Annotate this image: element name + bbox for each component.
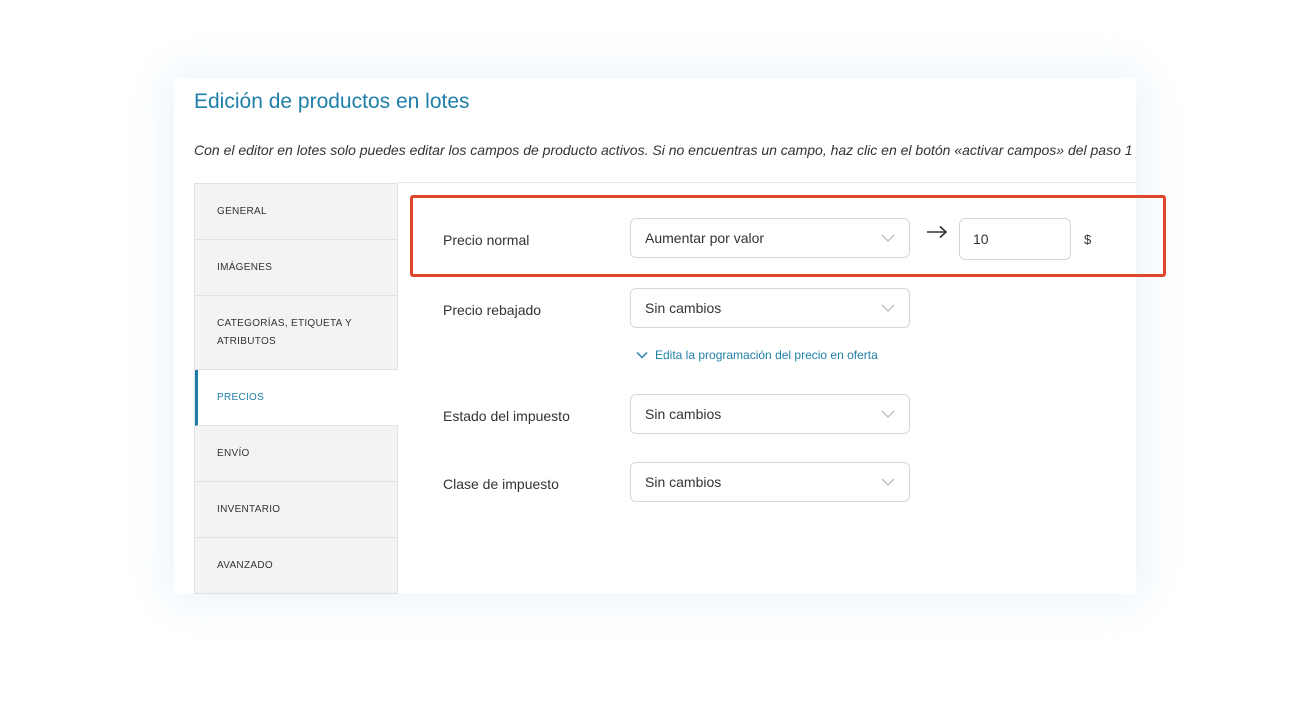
chevron-down-icon <box>881 410 895 418</box>
sidebar-item-shipping[interactable]: ENVÍO <box>195 426 397 482</box>
sidebar-item-label: IMÁGENES <box>217 261 273 273</box>
sidebar-item-categories-tags-attributes[interactable]: CATEGORÍAS, ETIQUETA Y ATRIBUTOS <box>195 296 397 370</box>
chevron-down-icon <box>881 234 895 242</box>
sidebar-item-label: PRECIOS <box>217 391 265 403</box>
chevron-down-icon <box>881 478 895 486</box>
sidebar: GENERAL IMÁGENES CATEGORÍAS, ETIQUETA Y … <box>194 183 398 594</box>
select-value: Sin cambios <box>645 474 722 490</box>
divider <box>398 182 1136 183</box>
bulk-edit-panel: Edición de productos en lotes Con el edi… <box>174 78 1136 594</box>
sidebar-item-inventory[interactable]: INVENTARIO <box>195 482 397 538</box>
sale-price-action-select[interactable]: Sin cambios <box>630 288 910 328</box>
regular-price-action-select[interactable]: Aumentar por valor <box>630 218 910 258</box>
select-value: Sin cambios <box>645 300 722 316</box>
sidebar-item-label: GENERAL <box>217 205 267 217</box>
tax-class-label: Clase de impuesto <box>443 476 559 492</box>
arrow-right-icon <box>927 225 948 239</box>
sale-schedule-link-label: Edita la programación del precio en ofer… <box>655 348 878 362</box>
select-value: Aumentar por valor <box>645 230 765 246</box>
sidebar-item-advanced[interactable]: AVANZADO <box>195 538 397 594</box>
chevron-down-icon <box>636 352 648 359</box>
sidebar-item-label: CATEGORÍAS, ETIQUETA Y ATRIBUTOS <box>217 317 352 347</box>
sidebar-item-general[interactable]: GENERAL <box>195 184 397 240</box>
sidebar-item-label: AVANZADO <box>217 559 273 571</box>
chevron-down-icon <box>881 304 895 312</box>
select-value: Sin cambios <box>645 406 722 422</box>
sale-price-label: Precio rebajado <box>443 302 542 318</box>
page-title: Edición de productos en lotes <box>194 90 470 113</box>
tax-class-select[interactable]: Sin cambios <box>630 462 910 502</box>
currency-symbol: $ <box>1084 232 1092 247</box>
tax-status-label: Estado del impuesto <box>443 408 570 424</box>
tax-status-select[interactable]: Sin cambios <box>630 394 910 434</box>
sidebar-item-label: INVENTARIO <box>217 503 281 515</box>
sidebar-item-images[interactable]: IMÁGENES <box>195 240 397 296</box>
sidebar-item-label: ENVÍO <box>217 447 250 459</box>
regular-price-amount-input[interactable] <box>959 218 1071 260</box>
regular-price-label: Precio normal <box>443 232 530 248</box>
sale-schedule-link[interactable]: Edita la programación del precio en ofer… <box>636 348 878 362</box>
page-description: Con el editor en lotes solo puedes edita… <box>194 142 1136 158</box>
sidebar-item-prices[interactable]: PRECIOS <box>195 370 398 426</box>
